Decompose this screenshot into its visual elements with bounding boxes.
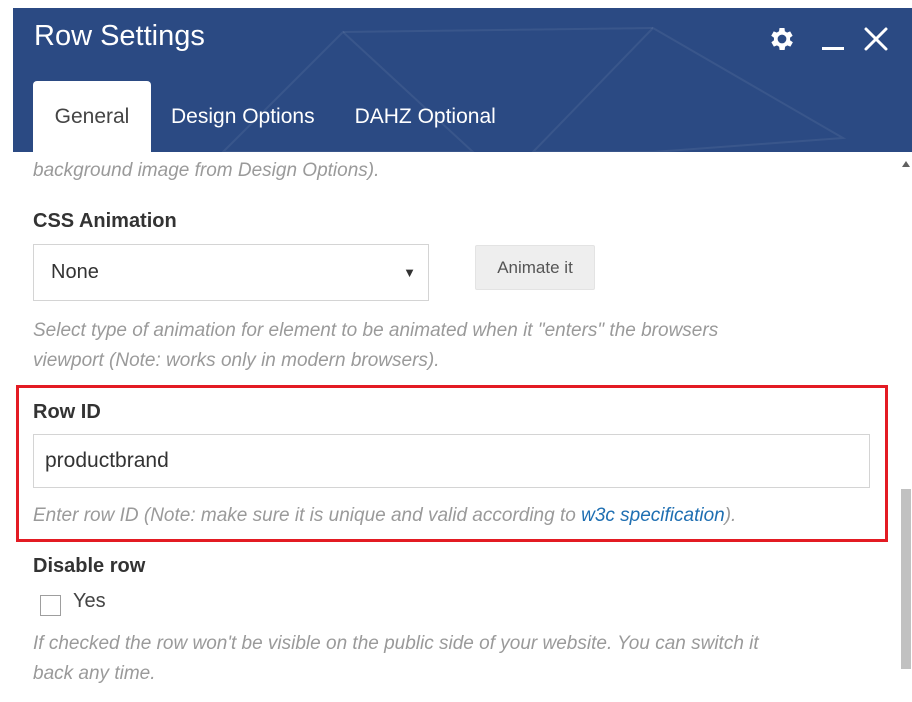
background-hint: background image from Design Options). <box>33 160 380 181</box>
row-id-label: Row ID <box>33 401 101 423</box>
tab-bar: General Design Options DAHZ Optional <box>33 81 516 152</box>
row-id-hint-prefix: Enter row ID (Note: make sure it is uniq… <box>33 505 582 526</box>
gear-icon[interactable] <box>765 22 799 56</box>
tab-design-options[interactable]: Design Options <box>151 81 335 152</box>
settings-panel: background image from Design Options). C… <box>13 152 900 702</box>
disable-row-checkbox[interactable] <box>40 595 61 616</box>
dialog-title: Row Settings <box>34 20 205 52</box>
css-animation-label: CSS Animation <box>33 210 177 232</box>
chevron-down-icon: ▼ <box>403 265 416 280</box>
scroll-up-arrow-icon[interactable] <box>900 152 912 176</box>
close-icon[interactable] <box>859 22 893 56</box>
dialog-header: Row Settings General Design Options DAHZ… <box>13 8 912 152</box>
tab-dahz-optional[interactable]: DAHZ Optional <box>335 81 516 152</box>
disable-row-hint-line2: back any time. <box>33 663 156 684</box>
css-animation-selected: None <box>51 261 99 283</box>
animate-it-button[interactable]: Animate it <box>475 245 595 290</box>
minimize-icon[interactable] <box>816 22 850 56</box>
w3c-specification-link[interactable]: w3c specification <box>581 505 725 526</box>
disable-row-checkbox-label[interactable]: Yes <box>73 590 106 613</box>
disable-row-hint-line1: If checked the row won't be visible on t… <box>33 633 759 654</box>
css-animation-hint-line2: viewport (Note: works only in modern bro… <box>33 350 440 371</box>
css-animation-hint-line1: Select type of animation for element to … <box>33 320 719 341</box>
row-settings-window: Row Settings General Design Options DAHZ… <box>0 0 912 702</box>
css-animation-select[interactable]: None ▼ <box>33 244 429 301</box>
row-id-input[interactable] <box>33 434 870 488</box>
row-id-hint-suffix: ). <box>724 505 737 526</box>
disable-row-label: Disable row <box>33 555 146 577</box>
row-id-hint: Enter row ID (Note: make sure it is uniq… <box>33 500 736 531</box>
scrollbar-thumb[interactable] <box>901 489 911 669</box>
tab-general[interactable]: General <box>33 81 151 152</box>
